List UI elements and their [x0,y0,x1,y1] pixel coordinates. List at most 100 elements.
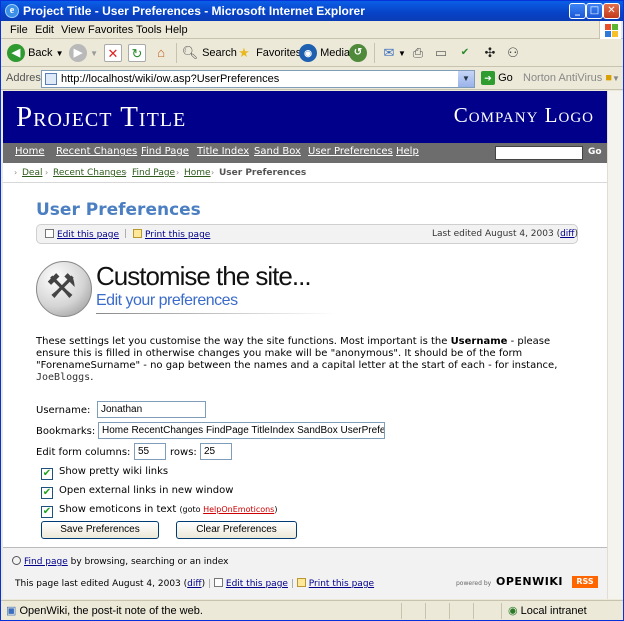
diff-link[interactable]: diff [560,229,574,239]
breadcrumb-arrow-icon: › [211,168,215,177]
project-title[interactable]: Project Title [16,101,186,134]
close-button[interactable]: ✕ [603,3,620,19]
discuss-button[interactable]: ✣ [481,42,499,64]
page-status-icon: ▣ [6,605,17,617]
history-icon: ↺ [349,44,367,63]
star-icon: ★ [238,45,250,61]
site-search-input[interactable] [495,146,583,160]
bookmarks-input[interactable]: Home RecentChanges FindPage TitleIndex S… [98,422,385,439]
title-bar: e Project Title - User Preferences - Mic… [1,1,623,21]
cols-input[interactable]: 55 [134,443,166,460]
forward-button[interactable]: ▶ ▼ [69,42,98,64]
vertical-scrollbar[interactable] [607,91,623,599]
username-input[interactable]: Jonathan [97,401,206,418]
breadcrumb-current: User Preferences [219,168,307,178]
media-button[interactable]: ◉ Media [299,42,350,64]
back-button[interactable]: ◀ Back ▼ [7,42,64,64]
nav-help[interactable]: Help [396,146,419,157]
edit-button[interactable]: ▭ [432,42,450,64]
footer-edit-link[interactable]: Edit this page [226,579,288,589]
nav-title-index[interactable]: Title Index [197,146,249,157]
openwiki-logo[interactable]: OPENWIKI [496,575,563,588]
messenger-button[interactable]: ⚇ [504,42,522,64]
mail-button[interactable]: ✉ ▼ [380,42,406,64]
menu-bar: File Edit View Favorites Tools Help [1,21,623,39]
favorites-button[interactable]: ★ Favorites [235,42,301,64]
rows-label: rows: [170,447,197,458]
address-url[interactable]: http://localhost/wiki/ow.asp?UserPrefere… [61,73,279,85]
edit-page-icon [45,229,54,238]
status-pane [473,603,474,619]
external-links-checkbox[interactable]: ✔ [41,487,53,499]
menu-file[interactable]: File [10,24,28,36]
nav-recent-changes[interactable]: Recent Changes [56,146,137,157]
norton-antivirus-button[interactable]: Norton AntiVirus ■▼ [523,72,620,84]
status-pane [501,603,502,619]
save-preferences-button[interactable]: Save Preferences [41,521,159,539]
address-dropdown-icon[interactable]: ▼ [458,71,474,87]
footer-find-page-link[interactable]: Find page [24,557,68,567]
back-dropdown-icon[interactable]: ▼ [56,49,64,58]
page-tools-bar: Edit this page | Print this page Last ed… [36,224,578,244]
nav-find-page[interactable]: Find Page [141,146,189,157]
windows-flag-icon [599,21,621,39]
home-icon: ⌂ [157,45,165,61]
minimize-button[interactable]: _ [569,3,586,19]
pretty-links-checkbox[interactable]: ✔ [41,468,53,480]
messenger-icon: ⚇ [507,45,519,61]
breadcrumb-find-page[interactable]: Find Page [132,168,175,178]
bookmarks-label: Bookmarks: [36,426,96,437]
menu-help[interactable]: Help [165,24,188,36]
pretty-links-option: ✔ Show pretty wiki links [41,466,169,480]
media-icon: ◉ [299,44,317,63]
search-button[interactable]: 🔍︎ Search [181,42,237,64]
nav-sand-box[interactable]: Sand Box [254,146,301,157]
discuss-icon: ✣ [484,45,496,61]
rss-badge[interactable]: RSS [572,576,598,588]
hero-subtitle: Edit your preferences [96,292,238,309]
go-arrow-icon: ➔ [481,71,495,85]
emoticons-checkbox[interactable]: ✔ [41,506,53,518]
status-text: ▣ OpenWiki, the post-it note of the web. [6,605,203,617]
edit-icon: ▭ [434,45,448,61]
footer-print-link[interactable]: Print this page [309,579,374,589]
printer-icon: ⎙ [412,45,424,61]
nav-home[interactable]: Home [15,146,45,157]
menu-view[interactable]: View [61,24,85,36]
print-this-page-link[interactable]: Print this page [145,230,210,240]
hero-rule [96,313,336,314]
site-search-go[interactable]: Go [588,147,602,157]
footer-edit-line: This page last edited August 4, 2003 (di… [15,578,375,589]
menu-favorites[interactable]: Favorites [88,24,133,36]
menu-tools[interactable]: Tools [136,24,162,36]
breadcrumb-arrow-icon: › [176,168,180,177]
edit-this-page-link[interactable]: Edit this page [57,230,119,240]
spellcheck-button[interactable]: ✔ [456,42,474,64]
home-button[interactable]: ⌂ [152,42,170,64]
forward-dropdown-icon[interactable]: ▼ [90,49,98,58]
footer-diff-link[interactable]: diff [187,579,201,589]
status-pane [449,603,450,619]
print-button[interactable]: ⎙ [409,42,427,64]
address-input[interactable]: http://localhost/wiki/ow.asp?UserPrefere… [41,70,475,88]
maximize-button[interactable]: □ [586,3,603,19]
go-button[interactable]: ➔ Go [481,71,513,85]
toolbar-separator [374,43,375,63]
stop-button[interactable]: ✕ [104,42,122,64]
toolbar-separator [176,43,177,63]
breadcrumb-home[interactable]: Home [184,168,211,178]
status-pane [425,603,426,619]
breadcrumb: › Deal › Recent Changes › Find Page › Ho… [3,163,607,183]
clear-preferences-button[interactable]: Clear Preferences [176,521,297,539]
rows-input[interactable]: 25 [200,443,232,460]
history-button[interactable]: ↺ [349,42,367,64]
status-bar: ▣ OpenWiki, the post-it note of the web.… [1,600,623,620]
nav-user-preferences[interactable]: User Preferences [308,146,393,157]
back-arrow-icon: ◀ [7,44,25,63]
breadcrumb-recent-changes[interactable]: Recent Changes [53,168,126,178]
help-on-emoticons-link[interactable]: HelpOnEmoticons [203,505,274,514]
breadcrumb-deal[interactable]: Deal [22,168,42,178]
intranet-icon: ◉ [508,605,518,617]
menu-edit[interactable]: Edit [35,24,54,36]
refresh-button[interactable]: ↻ [128,42,146,64]
